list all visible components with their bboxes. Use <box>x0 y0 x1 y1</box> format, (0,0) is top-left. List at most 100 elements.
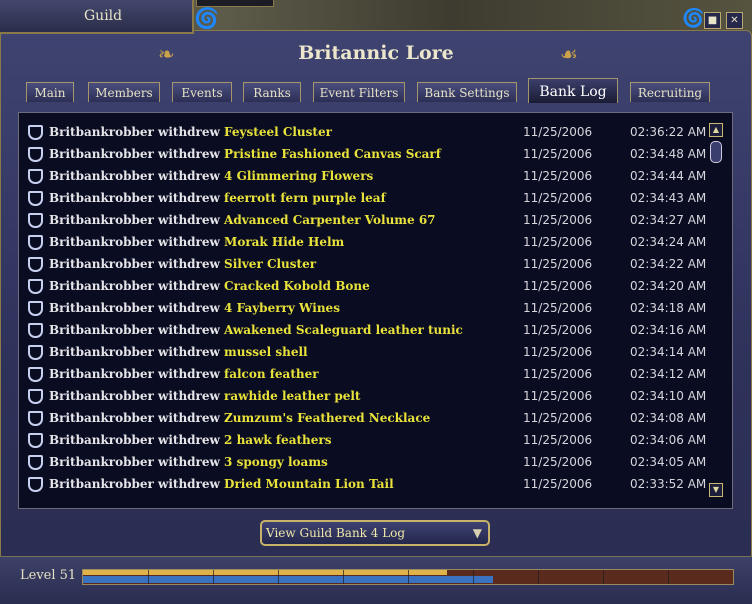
log-row[interactable]: Britbankrobber withdrew falcon feather 11… <box>19 363 709 385</box>
log-row[interactable]: Britbankrobber withdrew 3 spongy loams 11… <box>19 451 709 473</box>
log-row[interactable]: Britbankrobber withdrew mussel shell 11/2… <box>19 341 709 363</box>
log-date: 11/25/2006 <box>523 367 593 381</box>
window-title-tab[interactable]: Guild <box>0 0 194 34</box>
log-row[interactable]: Britbankrobber withdrew Zumzum's Feather… <box>19 407 709 429</box>
shield-icon <box>28 301 43 316</box>
window-title: Guild <box>84 8 123 24</box>
log-date: 11/25/2006 <box>523 191 593 205</box>
scrollbar[interactable]: ▲ ▼ <box>709 121 723 499</box>
xp-tick <box>213 570 214 584</box>
log-actor: Britbankrobber withdrew <box>49 257 220 271</box>
log-item: Zumzum's Feathered Necklace <box>224 411 431 425</box>
shield-icon <box>28 345 43 360</box>
log-item: mussel shell <box>224 345 308 359</box>
log-entry-text: Britbankrobber withdrew falcon feather <box>49 367 319 381</box>
log-time: 02:34:24 AM <box>630 235 707 249</box>
log-actor: Britbankrobber withdrew <box>49 279 220 293</box>
log-row[interactable]: Britbankrobber withdrew Cracked Kobold B… <box>19 275 709 297</box>
close-button[interactable]: ✕ <box>726 12 743 29</box>
log-row[interactable]: Britbankrobber withdrew Awakened Scalegu… <box>19 319 709 341</box>
log-entry-text: Britbankrobber withdrew Morak Hide Helm <box>49 235 344 249</box>
shield-icon <box>28 191 43 206</box>
xp-tick <box>408 570 409 584</box>
log-item: Feysteel Cluster <box>224 125 332 139</box>
log-entry-text: Britbankrobber withdrew Awakened Scalegu… <box>49 323 463 337</box>
arrow-up-icon: ▲ <box>712 125 720 134</box>
tab-members[interactable]: Members <box>88 82 160 102</box>
restore-button[interactable]: ■ <box>704 12 721 29</box>
bank-log-list[interactable]: Britbankrobber withdrew Feysteel Cluster… <box>18 112 733 509</box>
log-item: Advanced Carpenter Volume 67 <box>224 213 436 227</box>
right-ornament-icon: ☙ <box>560 42 578 66</box>
tab-bank-log[interactable]: Bank Log <box>528 78 618 103</box>
title-ornament-icon: 🌀 <box>194 6 219 30</box>
log-entry-text: Britbankrobber withdrew Pristine Fashion… <box>49 147 441 161</box>
tab-events[interactable]: Events <box>172 82 232 102</box>
log-row[interactable]: Britbankrobber withdrew rawhide leather … <box>19 385 709 407</box>
xp-tick <box>538 570 539 584</box>
log-date: 11/25/2006 <box>523 455 593 469</box>
log-entry-text: Britbankrobber withdrew Silver Cluster <box>49 257 316 271</box>
log-row[interactable]: Britbankrobber withdrew Feysteel Cluster… <box>19 121 709 143</box>
log-row[interactable]: Britbankrobber withdrew Morak Hide Helm 1… <box>19 231 709 253</box>
log-item: Dried Mountain Lion Tail <box>224 477 394 491</box>
scroll-down-button[interactable]: ▼ <box>709 483 723 497</box>
log-row[interactable]: Britbankrobber withdrew 4 Glimmering Flo… <box>19 165 709 187</box>
log-entry-text: Britbankrobber withdrew Feysteel Cluster <box>49 125 332 139</box>
shield-icon <box>28 411 43 426</box>
log-row[interactable]: Britbankrobber withdrew Dried Mountain L… <box>19 473 709 495</box>
guild-bank-select[interactable]: View Guild Bank 4 Log ▼ <box>260 520 490 546</box>
log-entry-text: Britbankrobber withdrew feerrott fern pu… <box>49 191 386 205</box>
log-time: 02:34:14 AM <box>630 345 707 359</box>
log-actor: Britbankrobber withdrew <box>49 301 220 315</box>
log-time: 02:34:05 AM <box>630 455 707 469</box>
log-time: 02:34:44 AM <box>630 169 707 183</box>
log-entry-text: Britbankrobber withdrew 3 spongy loams <box>49 455 328 469</box>
shield-icon <box>28 235 43 250</box>
tab-event-filters[interactable]: Event Filters <box>313 82 405 102</box>
log-item: 3 spongy loams <box>224 455 328 469</box>
tab-recruiting[interactable]: Recruiting <box>630 82 710 102</box>
guild-name: Britannic Lore <box>298 42 454 64</box>
log-entry-text: Britbankrobber withdrew 4 Glimmering Flo… <box>49 169 373 183</box>
log-actor: Britbankrobber withdrew <box>49 367 220 381</box>
log-item: Silver Cluster <box>224 257 317 271</box>
log-entry-text: Britbankrobber withdrew 2 hawk feathers <box>49 433 331 447</box>
log-actor: Britbankrobber withdrew <box>49 125 220 139</box>
log-row[interactable]: Britbankrobber withdrew 4 Fayberry Wines… <box>19 297 709 319</box>
log-date: 11/25/2006 <box>523 235 593 249</box>
log-entry-text: Britbankrobber withdrew rawhide leather … <box>49 389 360 403</box>
log-item: feerrott fern purple leaf <box>224 191 386 205</box>
scroll-up-button[interactable]: ▲ <box>709 123 723 137</box>
dropdown-arrow-icon: ▼ <box>472 526 482 540</box>
xp-tick <box>148 570 149 584</box>
log-time: 02:34:06 AM <box>630 433 707 447</box>
log-row[interactable]: Britbankrobber withdrew Pristine Fashion… <box>19 143 709 165</box>
log-row[interactable]: Britbankrobber withdrew Advanced Carpent… <box>19 209 709 231</box>
log-date: 11/25/2006 <box>523 389 593 403</box>
log-item: falcon feather <box>224 367 319 381</box>
log-date: 11/25/2006 <box>523 345 593 359</box>
log-row[interactable]: Britbankrobber withdrew Silver Cluster 11… <box>19 253 709 275</box>
shield-icon <box>28 213 43 228</box>
log-time: 02:34:16 AM <box>630 323 707 337</box>
shield-icon <box>28 367 43 382</box>
xp-tick <box>603 570 604 584</box>
log-row[interactable]: Britbankrobber withdrew 2 hawk feathers 1… <box>19 429 709 451</box>
tab-main[interactable]: Main <box>26 82 74 102</box>
log-actor: Britbankrobber withdrew <box>49 389 220 403</box>
tab-bank-settings[interactable]: Bank Settings <box>417 82 517 102</box>
log-actor: Britbankrobber withdrew <box>49 455 220 469</box>
xp-fill <box>83 576 493 583</box>
tab-ranks[interactable]: Ranks <box>243 82 301 102</box>
log-row[interactable]: Britbankrobber withdrew feerrott fern pu… <box>19 187 709 209</box>
log-entry-text: Britbankrobber withdrew Zumzum's Feather… <box>49 411 430 425</box>
shield-icon <box>28 147 43 162</box>
log-item: 4 Fayberry Wines <box>224 301 340 315</box>
xp-tick <box>668 570 669 584</box>
scroll-thumb[interactable] <box>710 141 722 163</box>
log-date: 11/25/2006 <box>523 125 593 139</box>
arrow-down-icon: ▼ <box>712 485 720 494</box>
log-date: 11/25/2006 <box>523 147 593 161</box>
log-time: 02:34:48 AM <box>630 147 707 161</box>
